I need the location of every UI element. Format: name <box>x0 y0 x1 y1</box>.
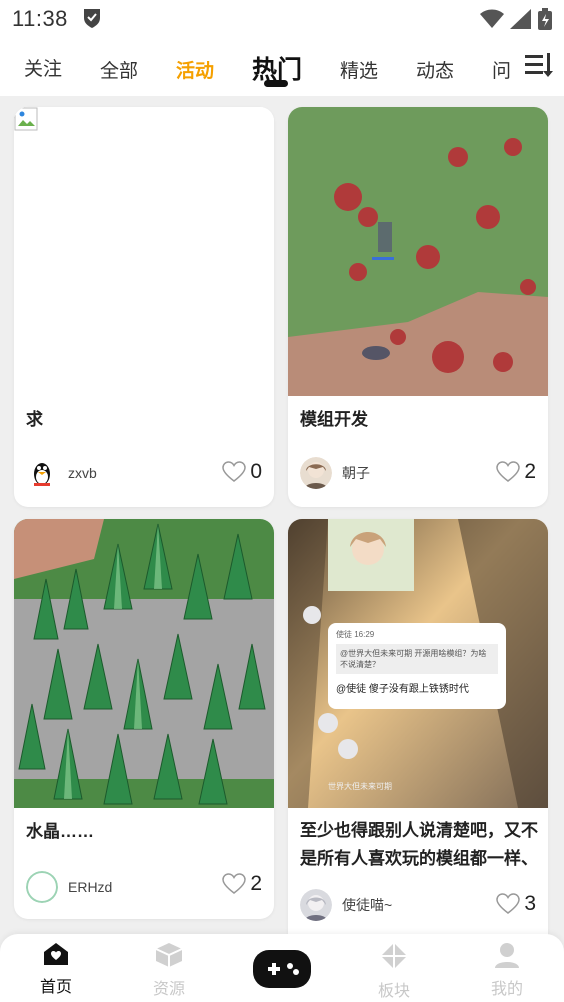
category-tab-bar: 关注 全部 活动 热门 精选 动态 问 <box>0 38 564 96</box>
post-card[interactable]: 使徒 16:29 @世界大但未来可期 开源用啥模组？为啥不说清楚？ @使徒 傻子… <box>288 519 548 936</box>
tab-featured[interactable]: 精选 <box>340 56 378 83</box>
status-time: 11:38 <box>12 6 68 31</box>
heart-icon <box>222 873 247 894</box>
post-title: 水晶…… <box>26 822 94 841</box>
like-count: 2 <box>250 872 262 895</box>
post-title: 至少也得跟别人说清楚吧，又不是所有人喜欢玩的模组都一样、 <box>300 821 538 868</box>
wifi-icon <box>480 9 504 34</box>
broken-image-icon <box>14 107 38 131</box>
author-name: 朝子 <box>342 465 370 481</box>
chat-footer-name: 世界大但未来可期 <box>328 782 392 791</box>
like-button[interactable]: 2 <box>222 872 262 896</box>
nav-home-label: 首页 <box>39 979 72 996</box>
like-count: 3 <box>524 892 536 915</box>
avatar <box>300 889 332 921</box>
signal-icon <box>510 9 532 34</box>
home-icon <box>44 943 68 965</box>
chat-sender: 使徒 <box>336 630 352 639</box>
tab-dynamic[interactable]: 动态 <box>416 56 454 83</box>
nav-profile-label: 我的 <box>490 981 523 998</box>
diamond-grid-icon <box>381 943 407 969</box>
status-bar: 11:38 <box>0 0 564 38</box>
chat-quote: @世界大但未来可期 开源用啥模组？为啥不说清楚？ <box>336 644 498 674</box>
post-card[interactable]: 求 zxvb 0 <box>14 107 274 507</box>
heart-icon <box>496 461 521 482</box>
nav-boards-label: 板块 <box>377 983 410 1000</box>
game-center-button[interactable] <box>253 950 311 988</box>
author-name: zxvb <box>68 465 97 481</box>
like-button[interactable]: 3 <box>496 892 536 916</box>
nav-home[interactable]: 首页 <box>26 942 86 997</box>
heart-icon <box>222 461 247 482</box>
like-count: 2 <box>524 460 536 483</box>
nav-resources[interactable]: 资源 <box>139 942 199 999</box>
post-card[interactable]: 水晶…… ERHzd 2 <box>14 519 274 919</box>
post-feed[interactable]: 求 zxvb 0 模组开发 朝子 2 水晶…… ERHzd 2 使徒 16:29… <box>0 96 564 936</box>
shield-icon <box>82 7 102 34</box>
nav-resources-label: 资源 <box>152 981 185 998</box>
post-author[interactable]: 朝子 <box>300 457 370 489</box>
tab-following[interactable]: 关注 <box>24 54 62 81</box>
post-title: 模组开发 <box>300 410 368 429</box>
active-tab-indicator <box>264 80 288 87</box>
post-card[interactable]: 模组开发 朝子 2 <box>288 107 548 507</box>
post-author[interactable]: 使徒喵~ <box>300 889 392 921</box>
battery-icon <box>538 8 552 35</box>
avatar <box>26 457 58 489</box>
tab-all[interactable]: 全部 <box>100 56 138 83</box>
post-image-broken <box>14 107 274 396</box>
post-image-game-map <box>288 107 548 396</box>
author-name: ERHzd <box>68 879 113 895</box>
post-author[interactable]: ERHzd <box>26 871 112 903</box>
tab-questions[interactable]: 问 <box>492 56 511 83</box>
nav-boards[interactable]: 板块 <box>364 942 424 1001</box>
post-image-chat-screenshot: 使徒 16:29 @世界大但未来可期 开源用啥模组？为啥不说清楚？ @使徒 傻子… <box>288 519 548 808</box>
chat-time: 16:29 <box>354 630 375 639</box>
chat-reply: @使徒 傻子没有跟上铁锈时代 <box>336 684 469 695</box>
like-count: 0 <box>250 460 262 483</box>
avatar <box>300 457 332 489</box>
post-author[interactable]: zxvb <box>26 457 97 489</box>
author-name: 使徒喵~ <box>342 897 393 913</box>
sort-icon[interactable] <box>524 50 554 85</box>
gamepad-icon <box>268 963 299 975</box>
heart-icon <box>496 893 521 914</box>
like-button[interactable]: 2 <box>496 460 536 484</box>
post-image-crystal-forest <box>14 519 274 808</box>
like-button[interactable]: 0 <box>222 460 262 484</box>
person-icon <box>495 943 519 968</box>
avatar <box>26 871 58 903</box>
box-icon <box>155 943 183 967</box>
bottom-navigation: 首页 资源 板块 我的 <box>0 934 564 1002</box>
chat-bubble: 使徒 16:29 @世界大但未来可期 开源用啥模组？为啥不说清楚？ @使徒 傻子… <box>328 623 506 709</box>
nav-profile[interactable]: 我的 <box>477 942 537 999</box>
post-title: 求 <box>26 410 43 429</box>
tab-events[interactable]: 活动 <box>176 56 214 83</box>
